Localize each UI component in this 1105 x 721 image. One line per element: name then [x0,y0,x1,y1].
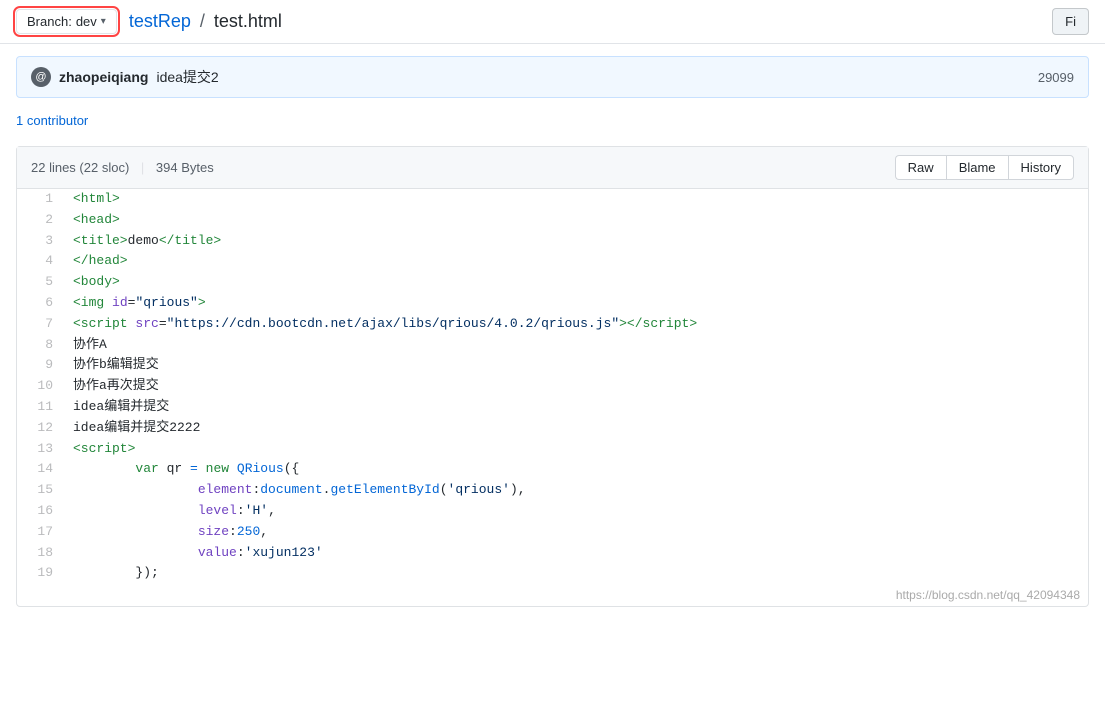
line-number: 14 [17,459,65,480]
line-code: <img id="qrious"> [65,293,1088,314]
line-number: 9 [17,355,65,376]
table-row: 10协作a再次提交 [17,376,1088,397]
line-number: 4 [17,251,65,272]
commit-bar: @ zhaopeiqiang idea提交2 29099 [16,56,1089,98]
commit-hash: 29099 [1038,70,1074,85]
contributor-link[interactable]: 1 contributor [16,113,88,128]
line-number: 10 [17,376,65,397]
line-code: 协作b编辑提交 [65,355,1088,376]
find-file-button[interactable]: Fi [1052,8,1089,35]
line-code: value:'xujun123' [65,543,1088,564]
file-meta: 22 lines (22 sloc) | 394 Bytes [31,160,214,175]
history-button[interactable]: History [1008,155,1074,180]
file-meta-sep: | [141,160,144,175]
table-row: 7<script src="https://cdn.bootcdn.net/aj… [17,314,1088,335]
line-number: 2 [17,210,65,231]
repo-link[interactable]: testRep [129,11,191,31]
breadcrumb-sep: / [200,11,210,31]
line-number: 16 [17,501,65,522]
line-number: 8 [17,335,65,356]
table-row: 5<body> [17,272,1088,293]
file-viewer: 22 lines (22 sloc) | 394 Bytes Raw Blame… [16,146,1089,607]
commit-message: idea提交2 [156,67,218,87]
top-bar: Branch: dev ▾ testRep / test.html Fi [0,0,1105,44]
file-size: 394 Bytes [156,160,214,175]
line-code: var qr = new QRious({ [65,459,1088,480]
line-code: }); [65,563,1088,584]
line-code: idea编辑并提交 [65,397,1088,418]
table-row: 2<head> [17,210,1088,231]
line-number: 3 [17,231,65,252]
table-row: 14 var qr = new QRious({ [17,459,1088,480]
line-number: 18 [17,543,65,564]
table-row: 19 }); [17,563,1088,584]
file-header: 22 lines (22 sloc) | 394 Bytes Raw Blame… [17,147,1088,189]
avatar: @ [31,67,51,87]
table-row: 18 value:'xujun123' [17,543,1088,564]
line-number: 5 [17,272,65,293]
chevron-down-icon: ▾ [101,16,106,27]
file-actions: Raw Blame History [895,155,1074,180]
file-lines: 22 lines (22 sloc) [31,160,129,175]
line-code: 协作a再次提交 [65,376,1088,397]
line-code: <html> [65,189,1088,210]
line-code: 协作A [65,335,1088,356]
watermark: https://blog.csdn.net/qq_42094348 [17,584,1088,606]
line-code: </head> [65,251,1088,272]
table-row: 8协作A [17,335,1088,356]
line-number: 17 [17,522,65,543]
blame-button[interactable]: Blame [946,155,1008,180]
raw-button[interactable]: Raw [895,155,946,180]
line-number: 15 [17,480,65,501]
table-row: 1<html> [17,189,1088,210]
line-code: element:document.getElementById('qrious'… [65,480,1088,501]
breadcrumb: testRep / test.html [129,11,282,32]
line-code: <title>demo</title> [65,231,1088,252]
table-row: 4</head> [17,251,1088,272]
line-number: 6 [17,293,65,314]
line-code: size:250, [65,522,1088,543]
table-row: 15 element:document.getElementById('qrio… [17,480,1088,501]
file-name: test.html [214,11,282,31]
branch-name: dev [76,14,97,29]
line-code: <script> [65,439,1088,460]
line-number: 19 [17,563,65,584]
line-number: 11 [17,397,65,418]
line-code: <head> [65,210,1088,231]
commit-bar-left: @ zhaopeiqiang idea提交2 [31,67,219,87]
line-code: <body> [65,272,1088,293]
code-table: 1<html>2<head>3<title>demo</title>4</hea… [17,189,1088,584]
branch-label: Branch: [27,14,72,29]
table-row: 13<script> [17,439,1088,460]
line-number: 12 [17,418,65,439]
table-row: 16 level:'H', [17,501,1088,522]
contributor-bar: 1 contributor [16,106,1089,134]
line-code: <script src="https://cdn.bootcdn.net/aja… [65,314,1088,335]
line-code: level:'H', [65,501,1088,522]
table-row: 11idea编辑并提交 [17,397,1088,418]
branch-selector[interactable]: Branch: dev ▾ [16,9,117,34]
table-row: 17 size:250, [17,522,1088,543]
line-number: 7 [17,314,65,335]
table-row: 6<img id="qrious"> [17,293,1088,314]
table-row: 3<title>demo</title> [17,231,1088,252]
commit-author[interactable]: zhaopeiqiang [59,69,148,85]
line-code: idea编辑并提交2222 [65,418,1088,439]
table-row: 12idea编辑并提交2222 [17,418,1088,439]
line-number: 1 [17,189,65,210]
line-number: 13 [17,439,65,460]
table-row: 9协作b编辑提交 [17,355,1088,376]
